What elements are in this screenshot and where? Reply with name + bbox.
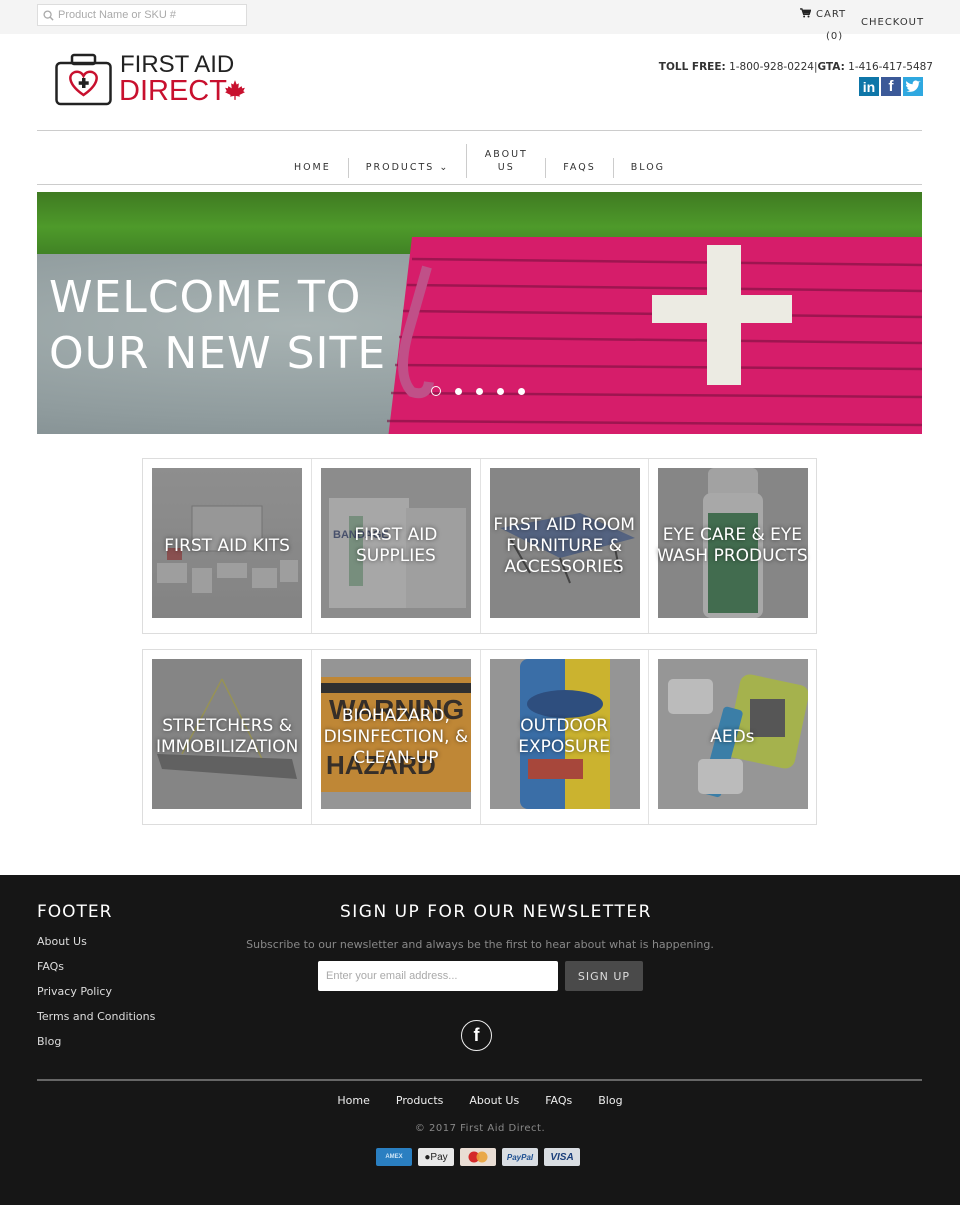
cart-label: CART — [816, 9, 847, 20]
linkedin-icon[interactable]: in — [859, 77, 879, 96]
slide-dot-1[interactable] — [431, 386, 441, 396]
slide-dot-2[interactable] — [455, 387, 462, 395]
footer-nav-products[interactable]: Products — [396, 1094, 444, 1107]
collection-title: OUTDOOR EXPOSURE — [518, 716, 611, 757]
collection-stretchers[interactable]: STRETCHERS & IMMOBILIZATION — [143, 650, 311, 824]
twitter-icon[interactable] — [903, 77, 923, 96]
logo[interactable]: FIRST AID DIRECT — [54, 52, 249, 108]
footer-links: About Us FAQs Privacy Policy Terms and C… — [37, 935, 155, 1060]
newsletter-subtext: Subscribe to our newsletter and always b… — [246, 938, 714, 951]
hero-title-line1: WELCOME TO — [49, 272, 362, 323]
logo-text-line2: DIRECT — [119, 75, 227, 107]
footer-nav-home[interactable]: Home — [337, 1094, 369, 1107]
newsletter-email-input[interactable] — [318, 961, 558, 991]
nav-products[interactable]: PRODUCTS ⌄ — [347, 158, 467, 178]
footer-link-terms[interactable]: Terms and Conditions — [37, 1010, 155, 1035]
slide-dot-3[interactable] — [476, 387, 483, 395]
footer-facebook-icon[interactable]: f — [461, 1020, 492, 1051]
nav-blog[interactable]: BLOG — [612, 158, 682, 178]
collection-first-aid-room-furniture[interactable]: FIRST AID ROOM FURNITURE & ACCESSORIES — [479, 459, 648, 633]
paypal-icon: PayPal — [502, 1148, 538, 1166]
gta-number[interactable]: 1-416-417-5487 — [848, 61, 933, 73]
footer-bottom-nav: Home Products About Us FAQs Blog — [0, 1094, 960, 1107]
nav-products-label: PRODUCTS ⌄ — [365, 162, 450, 173]
toll-free-number[interactable]: 1-800-928-0224 — [729, 61, 814, 73]
hero-title: WELCOME TO OUR NEW SITE — [49, 270, 386, 382]
payment-icons: AMEX ● Pay PayPal VISA — [376, 1148, 580, 1166]
footer-nav-about-us[interactable]: About Us — [469, 1094, 519, 1107]
collection-outdoor-exposure[interactable]: OUTDOOR EXPOSURE — [479, 650, 648, 824]
first-aid-case-icon — [55, 53, 112, 106]
collection-grid-row-1: FIRST AID KITS BANDAGE FIRST AID SUPPLIE… — [142, 458, 817, 634]
newsletter-heading: SIGN UP FOR OUR NEWSLETTER — [340, 902, 652, 922]
newsletter-signup-button[interactable]: SIGN UP — [565, 961, 643, 991]
search-box[interactable] — [37, 4, 247, 26]
hero-title-line2: OUR NEW SITE — [49, 328, 387, 379]
copyright: © 2017 First Aid Direct. — [414, 1123, 546, 1134]
checkout-link[interactable]: CHECKOUT — [861, 17, 924, 28]
nav-faqs[interactable]: FAQS — [545, 158, 612, 178]
toll-free-label: TOLL FREE: — [658, 61, 726, 73]
hero-slideshow[interactable]: WELCOME TO OUR NEW SITE — [37, 192, 922, 434]
slide-dots — [431, 386, 525, 396]
search-icon — [38, 9, 58, 21]
collection-title: AEDs — [710, 726, 755, 747]
footer-divider — [37, 1079, 922, 1081]
collection-first-aid-supplies[interactable]: BANDAGE FIRST AID SUPPLIES — [311, 459, 479, 633]
american-express-icon: AMEX — [376, 1148, 412, 1166]
social-links: in f — [859, 77, 923, 96]
nav-home[interactable]: HOME — [277, 158, 348, 178]
footer-link-faqs[interactable]: FAQs — [37, 960, 155, 985]
cart-link[interactable]: CART (0) — [800, 8, 847, 42]
facebook-icon[interactable]: f — [881, 77, 901, 96]
gta-label: GTA: — [817, 61, 845, 73]
top-bar: CART (0) CHECKOUT — [0, 0, 960, 42]
maple-leaf-icon — [225, 80, 245, 100]
mastercard-icon — [460, 1148, 496, 1166]
collection-aeds[interactable]: AEDs — [647, 650, 816, 824]
nav-about-us[interactable]: ABOUT US — [466, 144, 545, 178]
apple-pay-label: Pay — [430, 1151, 448, 1163]
slide-dot-5[interactable] — [518, 387, 525, 395]
footer-nav-blog[interactable]: Blog — [598, 1094, 622, 1107]
footer-heading: FOOTER — [37, 902, 113, 922]
collection-biohazard[interactable]: WARNING HAZARD BIOHAZARD, DISINFECTION, &… — [311, 650, 479, 824]
contact-info: TOLL FREE: 1-800-928-0224|GTA: 1-416-417… — [659, 61, 933, 73]
slide-dot-4[interactable] — [497, 387, 504, 395]
collection-eye-care[interactable]: EYE CARE & EYE WASH PRODUCTS — [647, 459, 816, 633]
cart-count: (0) — [826, 31, 844, 42]
collection-title: FIRST AID KITS — [164, 535, 290, 556]
footer-nav-faqs[interactable]: FAQs — [545, 1094, 572, 1107]
nav-about-label: ABOUT US — [484, 149, 528, 173]
collection-title: FIRST AID ROOM FURNITURE & ACCESSORIES — [493, 514, 635, 577]
apple-pay-icon: ● Pay — [418, 1148, 454, 1166]
footer-link-blog[interactable]: Blog — [37, 1035, 155, 1060]
collection-title: FIRST AID SUPPLIES — [354, 525, 438, 566]
collection-first-aid-kits[interactable]: FIRST AID KITS — [143, 459, 311, 633]
search-input[interactable] — [58, 9, 238, 21]
collection-title: BIOHAZARD, DISINFECTION, & CLEAN-UP — [323, 705, 469, 768]
visa-icon: VISA — [544, 1148, 580, 1166]
hero-bench-image — [386, 237, 922, 434]
cart-icon — [800, 8, 812, 21]
main-nav: HOME PRODUCTS ⌄ ABOUT US FAQS BLOG — [37, 130, 922, 185]
collection-grid-row-2: STRETCHERS & IMMOBILIZATION WARNING HAZAR… — [142, 649, 817, 825]
collection-title: STRETCHERS & IMMOBILIZATION — [155, 716, 299, 757]
collection-title: EYE CARE & EYE WASH PRODUCTS — [657, 525, 808, 566]
site-footer: FOOTER About Us FAQs Privacy Policy Term… — [0, 875, 960, 1205]
footer-link-privacy-policy[interactable]: Privacy Policy — [37, 985, 155, 1010]
